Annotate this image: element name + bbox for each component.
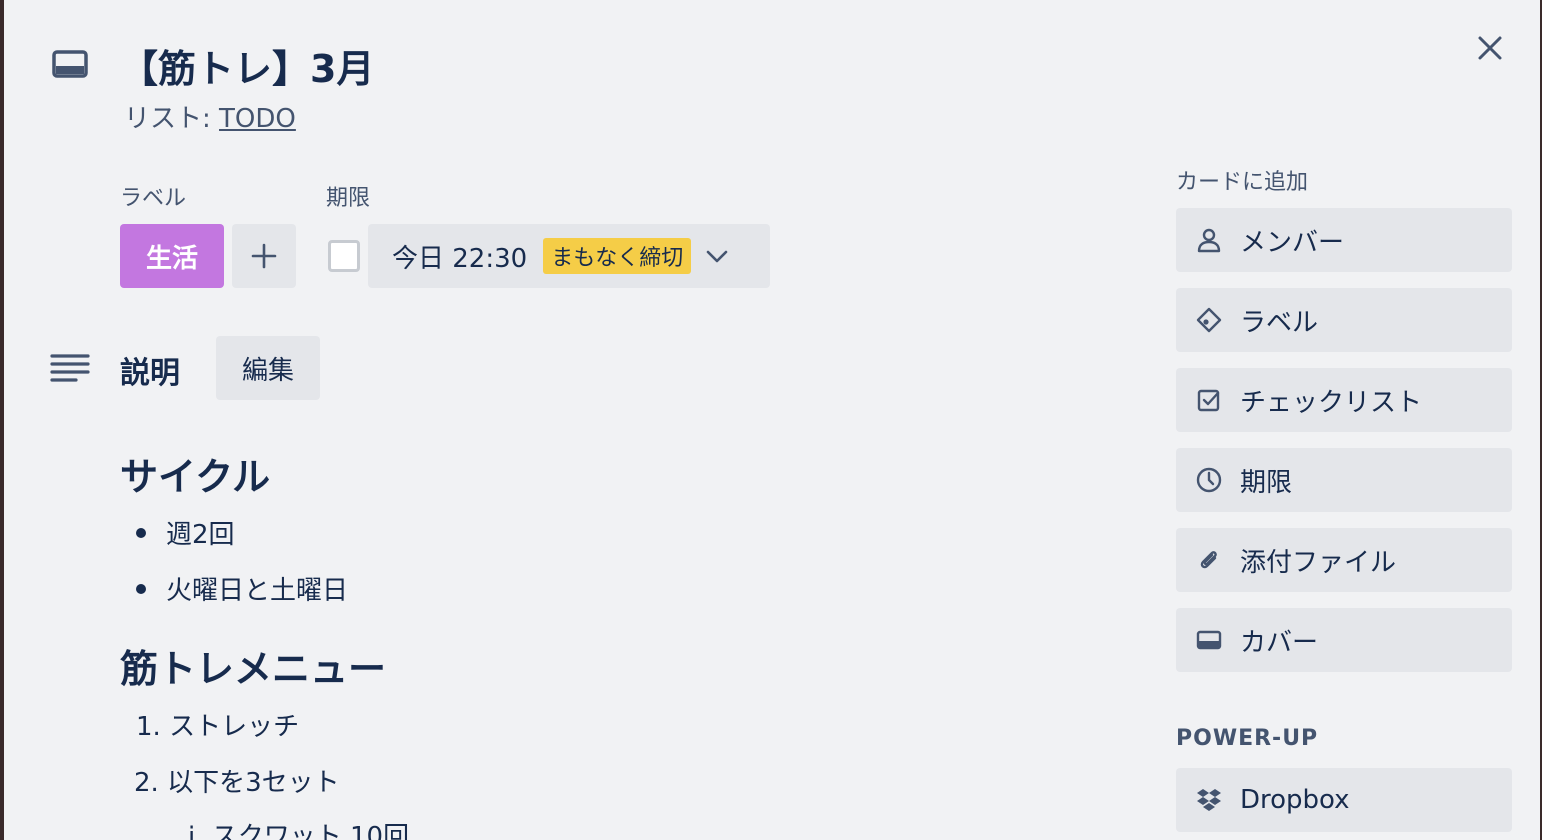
sidebar-checklist-button[interactable]: チェックリスト: [1176, 368, 1512, 432]
sidebar-due-button[interactable]: 期限: [1176, 448, 1512, 512]
sidebar-button-label: ラベル: [1240, 307, 1319, 338]
numbered-item: 1. ストレッチ: [136, 712, 300, 742]
markdown-heading-cycle: サイクル: [120, 455, 271, 499]
card-icon: [52, 50, 88, 78]
card-detail-modal: 【筋トレ】3月 リスト: TODO ラベル 生活 期限 今日 22:30 まもな…: [4, 0, 1540, 840]
sidebar-button-label: カバー: [1240, 627, 1319, 658]
due-soon-badge: まもなく締切: [543, 238, 692, 274]
bullet-text: 週2回: [166, 520, 235, 550]
description-icon: [50, 354, 90, 382]
description-heading: 説明: [120, 356, 180, 391]
sidebar-dropbox-button[interactable]: Dropbox: [1176, 768, 1512, 832]
paperclip-icon: [1200, 551, 1217, 569]
due-heading: 期限: [326, 186, 371, 211]
clock-icon: [1196, 467, 1222, 493]
sidebar-button-label: チェックリスト: [1240, 387, 1423, 418]
close-icon[interactable]: [1470, 28, 1510, 68]
markdown-heading-menu: 筋トレメニュー: [120, 647, 387, 691]
bullet-dot: [136, 583, 146, 594]
sidebar-button-label: 添付ファイル: [1240, 547, 1397, 578]
sidebar-button-label: 期限: [1240, 467, 1293, 498]
sidebar-attachment-button[interactable]: 添付ファイル: [1176, 528, 1512, 592]
sidebar-button-label: Dropbox: [1240, 785, 1350, 815]
labels-heading: ラベル: [120, 186, 187, 211]
due-date-button[interactable]: 今日 22:30 まもなく締切: [368, 224, 770, 288]
list-item: 火曜日と土曜日: [136, 570, 348, 607]
dropbox-icon: [1197, 789, 1221, 811]
sidebar-members-button[interactable]: メンバー: [1176, 208, 1512, 272]
sidebar-button-label: メンバー: [1240, 227, 1345, 258]
tag-icon: [1196, 307, 1222, 333]
plus-icon: [251, 243, 277, 269]
bullet-dot: [136, 527, 146, 538]
card-title[interactable]: 【筋トレ】3月: [120, 38, 374, 93]
add-to-card-heading: カードに追加: [1176, 170, 1309, 195]
list-prefix: リスト:: [124, 104, 220, 134]
sidebar-cover-button[interactable]: カバー: [1176, 608, 1512, 672]
list-link[interactable]: TODO: [219, 104, 296, 134]
list-info: リスト: TODO: [124, 98, 296, 135]
powerup-heading: POWER-UP: [1176, 726, 1319, 751]
label-chip[interactable]: 生活: [120, 224, 224, 288]
bullet-text: 火曜日と土曜日: [166, 576, 349, 606]
edit-description-button[interactable]: 編集: [216, 336, 320, 400]
numbered-item: 2. 以下を3セット: [134, 768, 340, 798]
person-icon: [1197, 228, 1221, 253]
chevron-down-icon: [706, 250, 728, 263]
sub-numbered-item: i. スクワット 10回: [188, 822, 410, 840]
due-date-text: 今日 22:30: [392, 243, 528, 274]
list-item: 週2回: [136, 514, 235, 551]
checklist-icon: [1197, 389, 1220, 412]
cover-icon: [1196, 630, 1222, 650]
sidebar-labels-button[interactable]: ラベル: [1176, 288, 1512, 352]
due-complete-checkbox[interactable]: [328, 240, 360, 272]
add-label-button[interactable]: [232, 224, 296, 288]
